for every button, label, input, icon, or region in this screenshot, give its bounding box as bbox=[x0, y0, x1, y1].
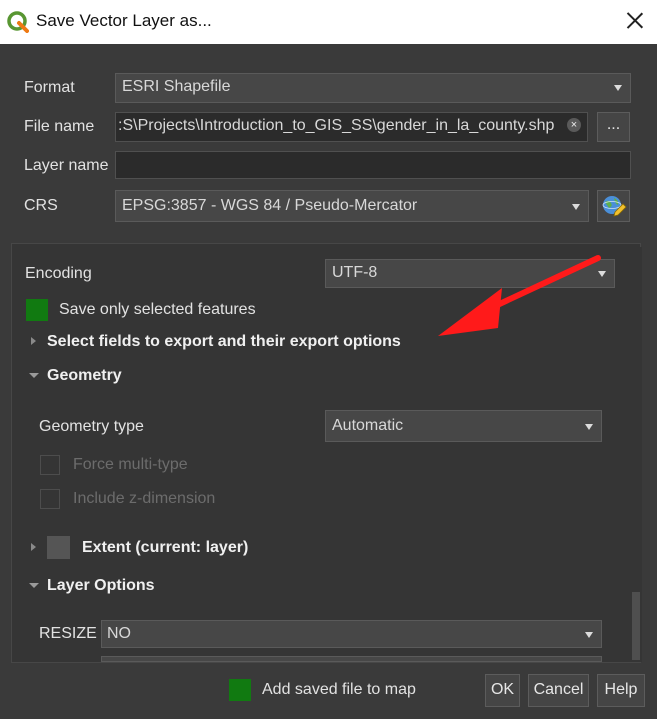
resize-label: RESIZE bbox=[39, 625, 97, 642]
file-name-label: File name bbox=[24, 118, 95, 135]
layer-name-input[interactable] bbox=[115, 151, 631, 179]
annotation-arrow-icon bbox=[438, 255, 601, 336]
geometry-section[interactable]: Geometry bbox=[47, 367, 122, 385]
geometry-type-label: Geometry type bbox=[39, 418, 144, 435]
help-button[interactable]: Help bbox=[597, 674, 645, 707]
chevron-down-icon bbox=[572, 204, 580, 210]
chevron-down-icon bbox=[585, 632, 593, 638]
chevron-down-icon bbox=[614, 85, 622, 91]
add-saved-file-checkbox[interactable] bbox=[229, 679, 251, 701]
encoding-label: Encoding bbox=[25, 265, 92, 282]
select-crs-button[interactable] bbox=[597, 190, 630, 222]
globe-select-crs-icon bbox=[602, 196, 627, 217]
force-multi-checkbox[interactable] bbox=[40, 455, 60, 475]
next-option-combo[interactable] bbox=[101, 656, 602, 662]
options-scrollbar[interactable] bbox=[630, 247, 642, 662]
force-multi-label: Force multi-type bbox=[73, 456, 188, 473]
ok-button[interactable]: OK bbox=[485, 674, 520, 707]
collapse-arrow-icon[interactable] bbox=[29, 583, 39, 588]
include-z-label: Include z-dimension bbox=[73, 490, 216, 507]
window-title: Save Vector Layer as... bbox=[36, 11, 212, 30]
qgis-icon bbox=[7, 11, 29, 33]
browse-button[interactable]: ... bbox=[597, 112, 630, 142]
extent-section[interactable]: Extent (current: layer) bbox=[82, 539, 248, 557]
title-bar: Save Vector Layer as... bbox=[0, 0, 657, 44]
format-value: ESRI Shapefile bbox=[122, 78, 231, 95]
expand-arrow-icon[interactable] bbox=[31, 337, 36, 345]
resize-value: NO bbox=[107, 625, 131, 642]
encoding-value: UTF-8 bbox=[332, 264, 378, 281]
clear-icon[interactable]: × bbox=[567, 118, 581, 132]
layer-name-label: Layer name bbox=[24, 157, 109, 174]
geometry-type-value: Automatic bbox=[332, 417, 404, 434]
crs-value: EPSG:3857 - WGS 84 / Pseudo-Mercator bbox=[122, 197, 418, 214]
expand-arrow-icon[interactable] bbox=[31, 543, 36, 551]
geometry-type-combo[interactable]: Automatic bbox=[325, 410, 602, 442]
resize-combo[interactable]: NO bbox=[101, 620, 602, 648]
select-fields-section[interactable]: Select fields to export and their export… bbox=[47, 333, 401, 351]
close-icon[interactable] bbox=[622, 8, 648, 34]
add-saved-file-label: Add saved file to map bbox=[262, 681, 416, 698]
crs-combo[interactable]: EPSG:3857 - WGS 84 / Pseudo-Mercator bbox=[115, 190, 589, 222]
format-label: Format bbox=[24, 79, 75, 96]
crs-label: CRS bbox=[24, 197, 58, 214]
extent-checkbox[interactable] bbox=[47, 536, 70, 559]
include-z-checkbox[interactable] bbox=[40, 489, 60, 509]
cancel-button[interactable]: Cancel bbox=[528, 674, 589, 707]
chevron-down-icon bbox=[585, 424, 593, 430]
save-only-selected-checkbox[interactable] bbox=[26, 299, 48, 321]
file-name-input[interactable]: :S\Projects\Introduction_to_GIS_SS\gende… bbox=[115, 112, 588, 142]
format-combo[interactable]: ESRI Shapefile bbox=[115, 73, 631, 103]
save-only-selected-label: Save only selected features bbox=[59, 301, 256, 318]
scrollbar-thumb[interactable] bbox=[632, 592, 640, 660]
layer-options-section[interactable]: Layer Options bbox=[47, 577, 155, 595]
collapse-arrow-icon[interactable] bbox=[29, 373, 39, 378]
file-name-value: :S\Projects\Introduction_to_GIS_SS\gende… bbox=[118, 117, 555, 134]
